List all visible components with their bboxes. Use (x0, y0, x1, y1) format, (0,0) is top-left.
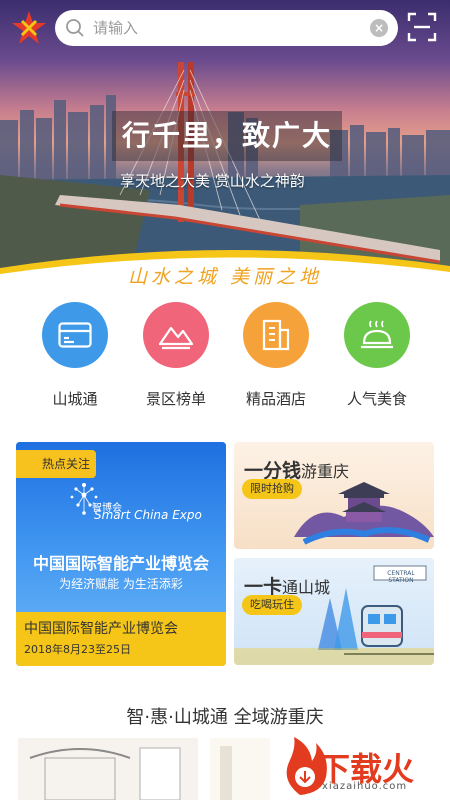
category-nav: 山城通 景区榜单 精品酒店 人气美食 (0, 302, 450, 412)
card-icon (42, 302, 108, 368)
food-cloche-icon (344, 302, 410, 368)
hero-banner[interactable]: × 行千里，致广大 享天地之大美 赏山水之神韵 (0, 0, 450, 275)
category-food[interactable]: 人气美食 (327, 302, 427, 409)
category-label: 精品酒店 (245, 390, 306, 408)
category-scenic-ranking[interactable]: 景区榜单 (126, 302, 226, 409)
building-icon (243, 302, 309, 368)
hero-subtitle: 享天地之大美 赏山水之神韵 (120, 172, 305, 190)
hero-title: 行千里，致广大 (112, 111, 343, 161)
promo-smart-expo-card[interactable]: 智博会 Smart China Expo 中国国际智能产业博览会 为经济赋能 为… (16, 442, 226, 666)
promo-title: 中国国际智能产业博览会 (24, 621, 178, 637)
category-shanchengtong[interactable]: 山城通 (25, 302, 125, 409)
promo-one-card-card[interactable]: CENTRAL STATION 一卡通山城 吃喝玩住 (234, 558, 434, 665)
scan-icon[interactable] (407, 12, 437, 42)
category-label: 人气美食 (346, 390, 407, 408)
promo-one-cent-card[interactable]: 一分钱游重庆 限时抢购 (234, 442, 434, 549)
eat-play-badge: 吃喝玩住 (242, 595, 302, 615)
watermark-url: xiazaihuo.com (322, 781, 408, 792)
promo-headline: 中国国际智能产业博览会 (32, 554, 209, 573)
search-input[interactable] (93, 19, 370, 37)
search-icon (66, 19, 84, 37)
slogan: 山水之城 美丽之地 (127, 266, 323, 288)
promo-date: 2018年8月23至25日 (24, 643, 131, 656)
category-label: 山城通 (52, 390, 98, 408)
search-bar[interactable]: × (55, 10, 398, 46)
expo-name-en: Smart China Expo (94, 508, 202, 522)
category-label: 景区榜单 (145, 390, 206, 408)
app-logo-icon[interactable] (10, 9, 48, 47)
mountain-icon (143, 302, 209, 368)
promo-info: 中国国际智能产业博览会 2018年8月23至25日 (16, 612, 226, 666)
hot-topic-badge: 热点关注 (16, 450, 96, 478)
station-sign: CENTRAL STATION (387, 570, 415, 584)
clear-icon[interactable]: × (370, 19, 388, 37)
promo-subline: 为经济赋能 为生活添彩 (59, 577, 183, 591)
section-title: 智·惠·山城通 全域游重庆 (126, 707, 324, 728)
category-hotels[interactable]: 精品酒店 (226, 302, 326, 409)
limited-time-badge: 限时抢购 (242, 479, 302, 499)
